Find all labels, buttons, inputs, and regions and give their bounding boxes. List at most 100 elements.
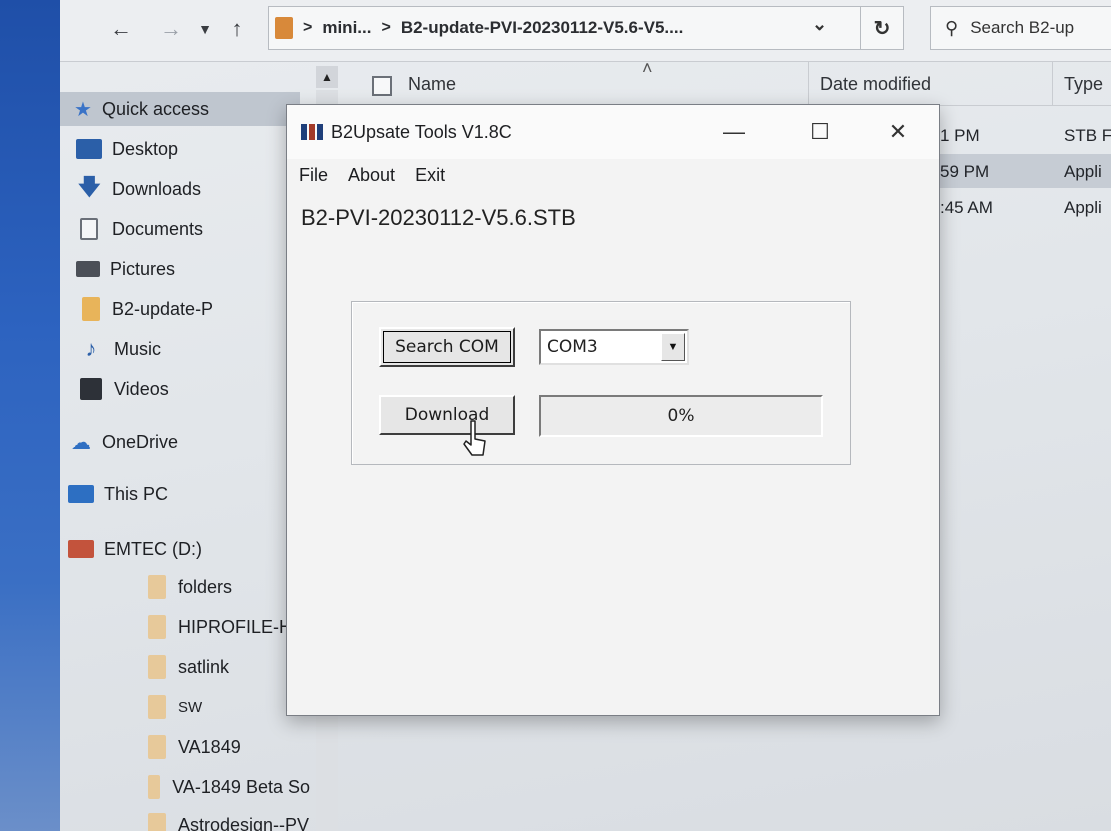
sidebar-item-label: VA1849: [178, 736, 241, 757]
sidebar-item-label: Quick access: [102, 98, 210, 119]
back-button[interactable]: ←: [108, 14, 134, 44]
mouse-cursor-icon: [463, 420, 486, 456]
arrow-left-icon: ←: [110, 16, 132, 41]
progress-percent: 0%: [667, 406, 695, 426]
forward-button[interactable]: →: [158, 14, 184, 44]
sidebar-item-label: HIPROFILE-H: [178, 616, 293, 637]
file-date: :45 AM: [940, 198, 993, 217]
sidebar-item-label: Pictures: [110, 258, 176, 279]
sidebar-item-label: B2-update-P: [112, 298, 214, 319]
pictures-icon: [76, 261, 100, 277]
column-divider[interactable]: [808, 62, 809, 106]
sidebar-item-label: Astrodesign--PV: [178, 814, 310, 831]
caret-up-icon: ▲: [321, 70, 333, 84]
sidebar-item-label: SW: [178, 698, 203, 716]
chevron-down-icon: ▼: [198, 21, 212, 37]
sidebar-item-emtec-drive[interactable]: EMTEC (D:): [60, 532, 300, 566]
scroll-up-button[interactable]: ▲: [316, 66, 338, 88]
menu-about[interactable]: About: [348, 165, 395, 186]
desktop-icon: [76, 139, 102, 159]
folder-icon: [82, 297, 100, 321]
sidebar-item-desktop[interactable]: Desktop: [60, 132, 300, 166]
arrow-up-icon: ↑: [231, 16, 243, 41]
file-row[interactable]: 59 PM Appli: [940, 154, 1111, 188]
sidebar-item-pictures[interactable]: Pictures: [60, 252, 300, 286]
folder-icon: [148, 695, 166, 719]
column-type[interactable]: Type: [1064, 74, 1103, 95]
breadcrumb-mini[interactable]: mini...: [322, 18, 371, 38]
file-row[interactable]: :45 AM Appli: [940, 190, 1111, 224]
com-port-value: COM3: [547, 337, 598, 357]
file-type: STB F: [1064, 126, 1111, 145]
address-history-dropdown[interactable]: ⌄: [812, 14, 827, 35]
sidebar-item-label: VA-1849 Beta So: [172, 776, 310, 797]
controls-group: [351, 301, 851, 465]
download-icon: 🡇: [78, 174, 101, 199]
onedrive-icon: ☁: [71, 431, 91, 454]
select-all-checkbox[interactable]: [372, 76, 392, 96]
sidebar-item-downloads[interactable]: 🡇 Downloads: [60, 172, 300, 206]
folder-icon: [148, 813, 166, 831]
sidebar-item-label: Downloads: [112, 178, 202, 199]
download-progress-bar: 0%: [539, 395, 823, 437]
column-date-modified[interactable]: Date modified: [820, 74, 931, 95]
sidebar-item-label: folders: [178, 576, 233, 597]
sidebar-item-quick-access[interactable]: ★ Quick access: [60, 92, 300, 126]
file-row[interactable]: 1 PM STB F: [940, 118, 1111, 152]
dialog-title-bar[interactable]: B2Upsate Tools V1.8C — ☐ ✕: [287, 105, 939, 159]
breadcrumb-current-folder[interactable]: B2-update-PVI-20230112-V5.6-V5....: [401, 18, 684, 38]
minimize-button[interactable]: —: [711, 115, 757, 149]
file-date: 1 PM: [940, 126, 980, 145]
sidebar-item-videos[interactable]: Videos: [60, 372, 300, 406]
up-button[interactable]: ↑: [224, 14, 250, 44]
search-icon: ⚲: [945, 17, 959, 38]
folder-icon: [148, 575, 166, 599]
refresh-button[interactable]: ↻: [860, 6, 904, 50]
star-icon: ★: [74, 98, 92, 121]
sidebar-item-label: This PC: [104, 483, 169, 504]
videos-icon: [80, 378, 102, 400]
search-input[interactable]: ⚲ Search B2-up: [930, 6, 1111, 50]
sidebar-item-music[interactable]: ♪ Music: [60, 332, 300, 366]
column-name[interactable]: Name: [408, 74, 456, 95]
sidebar-item-this-pc[interactable]: This PC: [60, 477, 300, 511]
sort-ascending-icon: ˄: [642, 58, 653, 78]
download-button[interactable]: Download: [379, 395, 515, 435]
sidebar-item-sw[interactable]: SW: [60, 690, 310, 724]
sidebar-item-b2-update[interactable]: B2-update-P: [60, 292, 300, 326]
recent-locations-button[interactable]: ▼: [192, 14, 218, 44]
sidebar-item-label: Documents: [112, 218, 204, 239]
arrow-right-icon: →: [160, 16, 182, 41]
dropdown-arrow-icon[interactable]: ▼: [661, 333, 685, 361]
maximize-button[interactable]: ☐: [797, 115, 843, 149]
sidebar-item-label: OneDrive: [102, 431, 179, 452]
folder-icon: [148, 735, 166, 759]
search-placeholder: Search B2-up: [970, 18, 1075, 37]
sidebar-item-hiprofile[interactable]: HIPROFILE-H: [60, 610, 310, 644]
music-icon: ♪: [85, 336, 97, 361]
sidebar-item-astrodesign[interactable]: Astrodesign--PV: [60, 808, 310, 831]
menu-exit[interactable]: Exit: [415, 165, 445, 186]
sidebar-item-va-1849-beta[interactable]: VA-1849 Beta So: [60, 770, 310, 804]
search-com-button[interactable]: Search COM: [379, 327, 515, 367]
sidebar-item-folders[interactable]: folders: [60, 570, 310, 604]
file-type: Appli: [1064, 162, 1102, 181]
folder-icon: [275, 17, 293, 39]
file-type: Appli: [1064, 198, 1102, 217]
close-button[interactable]: ✕: [875, 115, 921, 149]
minimize-icon: —: [723, 119, 745, 144]
sidebar-item-satlink[interactable]: satlink: [60, 650, 310, 684]
sidebar-item-va1849[interactable]: VA1849: [60, 730, 310, 764]
sidebar-item-onedrive[interactable]: ☁ OneDrive: [60, 425, 300, 459]
navigation-pane: ★ Quick access Desktop 🡇 Downloads Docum…: [60, 62, 310, 831]
address-toolbar: ← → ▼ ↑ > mini... > B2-update-PVI-202301…: [60, 0, 1111, 62]
sidebar-item-documents[interactable]: Documents: [60, 212, 300, 246]
menu-file[interactable]: File: [299, 165, 328, 186]
file-date: 59 PM: [940, 162, 990, 181]
this-pc-icon: [68, 485, 94, 503]
maximize-icon: ☐: [810, 119, 830, 144]
address-bar[interactable]: > mini... > B2-update-PVI-20230112-V5.6-…: [268, 6, 888, 50]
com-port-select[interactable]: COM3 ▼: [539, 329, 689, 365]
column-divider[interactable]: [1052, 62, 1053, 106]
folder-icon: [148, 615, 166, 639]
